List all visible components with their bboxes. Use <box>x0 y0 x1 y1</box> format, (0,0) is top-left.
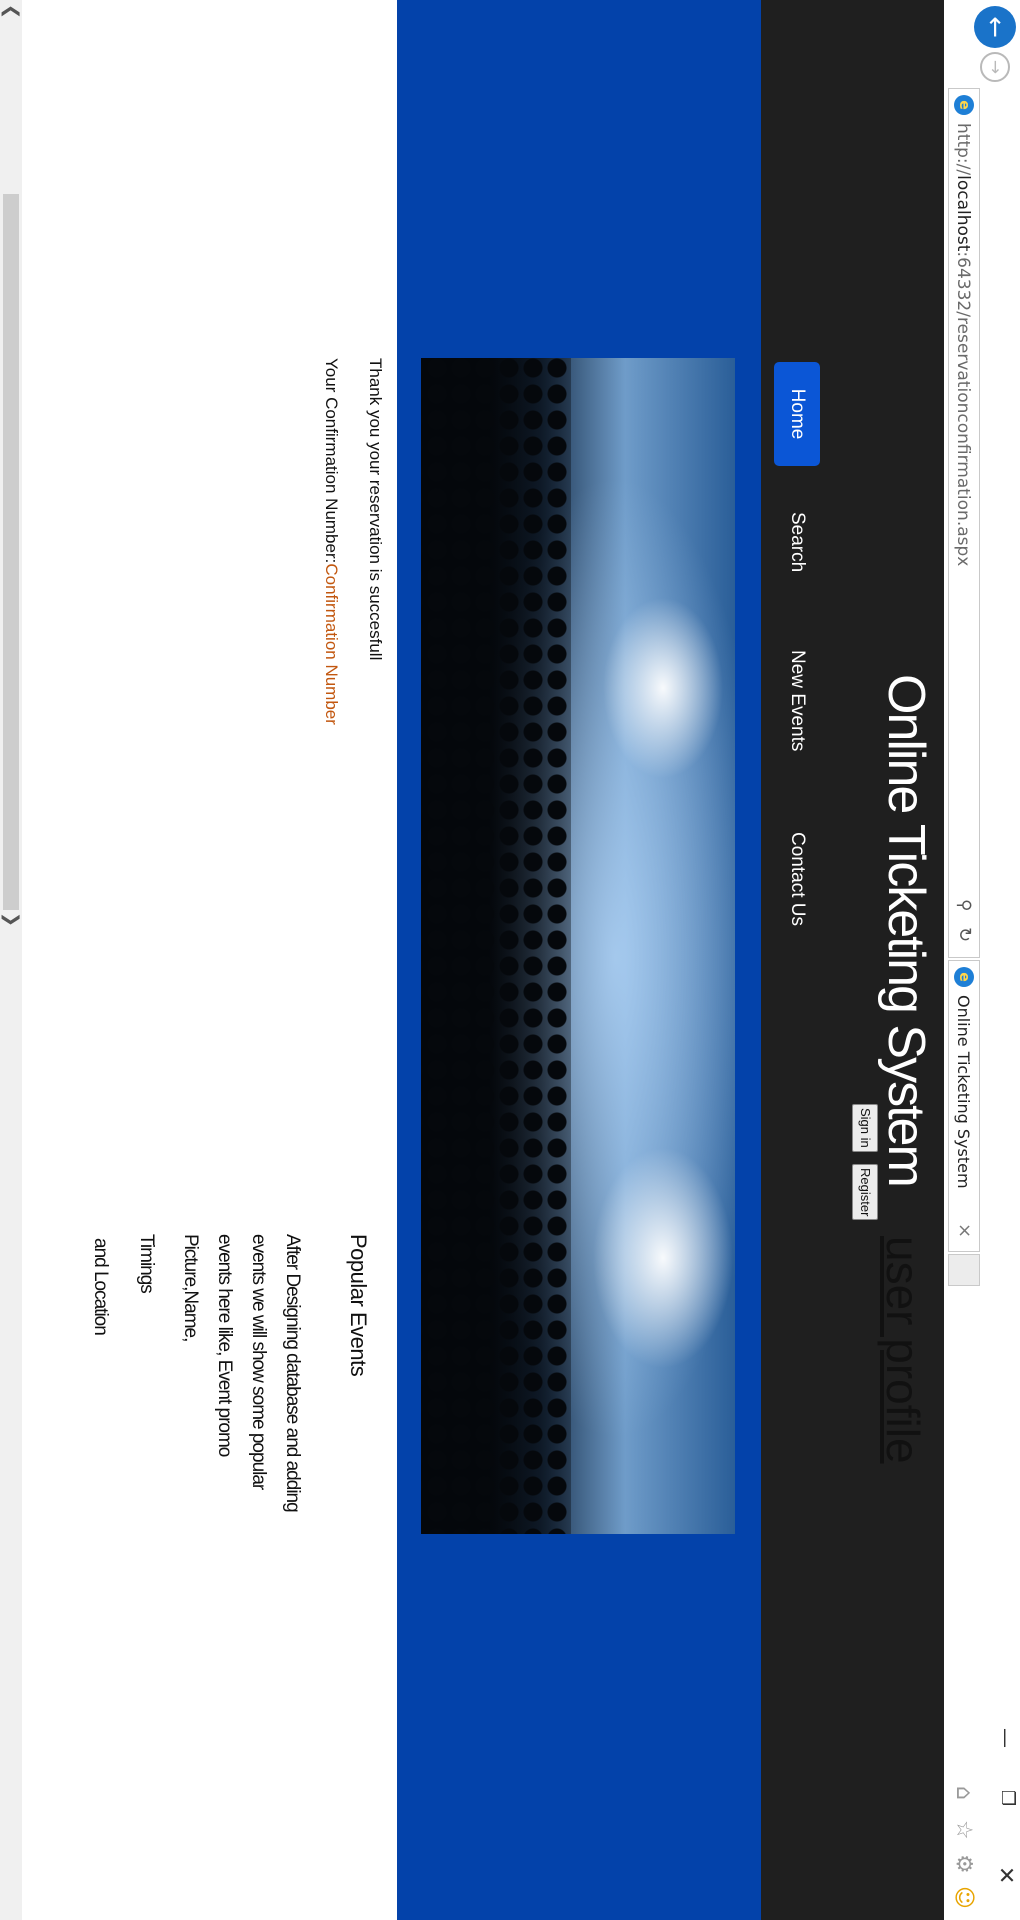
star-icon[interactable]: ☆ <box>951 1820 976 1840</box>
tab-title: Online Ticketing System <box>954 995 973 1189</box>
ie-logo-icon: e <box>954 95 974 115</box>
url-path: :64332/reservationconfirmation.aspx <box>953 251 973 567</box>
hero-banner <box>397 0 761 1920</box>
popular-events-title: Popular Events <box>346 1234 371 1377</box>
minimize-icon[interactable]: — <box>994 1728 1018 1748</box>
address-bar[interactable]: e http://localhost:64332/reservationconf… <box>948 88 980 958</box>
popular-events-text: Picture,Name, <box>180 1234 201 1342</box>
confirmation-label: Your Confirmation Number: <box>322 358 341 564</box>
nav-item-new-events[interactable]: New Events <box>774 650 820 751</box>
confirmation-line: Your Confirmation Number:Confirmation Nu… <box>321 358 341 725</box>
sign-in-button[interactable]: Sign in <box>852 1104 878 1152</box>
site-header: Online Ticketing System Sign in Register… <box>761 0 944 1920</box>
success-message: Thank you your reservation is succesfull <box>366 358 385 661</box>
url-prefix: http:// <box>953 123 973 176</box>
smiley-icon[interactable]: ☺ <box>951 1886 976 1909</box>
popular-events-text: After Designing database and adding <box>282 1234 303 1512</box>
scroll-left-icon[interactable]: ❮ <box>1 4 22 19</box>
popular-events-text: Timings <box>136 1234 157 1293</box>
popular-events-text: and Location <box>90 1238 111 1335</box>
register-button[interactable]: Register <box>852 1164 878 1221</box>
refresh-icon[interactable]: ↻ <box>954 927 975 942</box>
browser-window: ← → e http://localhost:64332/reservation… <box>0 0 1020 1920</box>
close-icon[interactable]: × <box>954 1223 975 1238</box>
scroll-right-icon[interactable]: ❯ <box>1 912 22 927</box>
nav-item-search[interactable]: Search <box>774 512 820 572</box>
popular-events-text: events we will show some popular <box>248 1234 269 1490</box>
nav-item-contact-us[interactable]: Contact Us <box>774 832 820 926</box>
url-host: localhost <box>953 175 973 252</box>
url-text[interactable]: http://localhost:64332/reservationconfir… <box>953 123 973 566</box>
browser-tab[interactable]: e Online Ticketing System × <box>948 960 980 1252</box>
scrollbar-thumb[interactable] <box>3 194 19 910</box>
nav-item-home[interactable]: Home <box>774 362 820 466</box>
ie-logo-icon: e <box>954 967 974 987</box>
search-icon[interactable]: ⚲ <box>954 899 974 911</box>
forward-arrow-icon[interactable]: → <box>980 52 1010 82</box>
home-icon[interactable]: ⌂ <box>951 1786 976 1800</box>
site-title: Online Ticketing System <box>877 674 935 1186</box>
main-content: Thank you your reservation is succesfull… <box>0 0 397 1920</box>
new-tab-button[interactable] <box>948 1254 980 1286</box>
close-icon[interactable]: ✕ <box>993 1866 1018 1884</box>
popular-events-text: events here like, Event promo <box>214 1234 235 1457</box>
horizontal-scrollbar[interactable]: ❮ ❯ <box>0 0 22 1920</box>
user-profile-link[interactable]: user profile <box>876 1236 930 1464</box>
crowd-silhouette <box>421 358 571 1534</box>
restore-icon[interactable]: ❐ <box>997 1790 1018 1806</box>
browser-toolbar: ← → e http://localhost:64332/reservation… <box>944 0 1020 1920</box>
gear-icon[interactable]: ⚙ <box>951 1854 976 1874</box>
back-arrow-icon[interactable]: ← <box>974 6 1016 48</box>
confirmation-number: Confirmation Number <box>322 563 341 725</box>
concert-crowd-image <box>421 358 735 1534</box>
